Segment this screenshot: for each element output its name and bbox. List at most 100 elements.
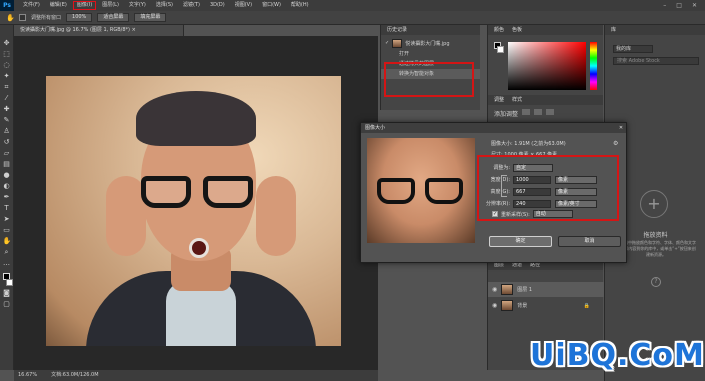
adjust-icons-row: 添加调整: [488, 105, 603, 122]
menu-file[interactable]: 文件(F): [18, 0, 45, 11]
cancel-button[interactable]: 取消: [558, 236, 621, 247]
color-panel: 颜色 色板: [487, 25, 603, 95]
zoom-100-button[interactable]: 100%: [66, 13, 93, 22]
menu-type[interactable]: 文字(Y): [124, 0, 151, 11]
screen-mode-icon[interactable]: ▢: [3, 300, 11, 308]
brightness-icon[interactable]: [522, 109, 531, 115]
panel-background-swatch[interactable]: [497, 46, 504, 53]
zoom-tool-icon[interactable]: ⌕: [3, 248, 11, 256]
add-asset-icon[interactable]: +: [640, 190, 668, 218]
photo-glasses: [141, 176, 261, 210]
snapshot-thumbnail: [392, 38, 403, 48]
preview-lens-left: [377, 178, 415, 204]
photo-left-hand: [106, 176, 146, 256]
dialog-preview[interactable]: [367, 138, 475, 243]
canvas-area[interactable]: [14, 36, 378, 370]
layer-thumbnail: [501, 284, 514, 295]
visibility-eye-icon[interactable]: ◉: [492, 286, 497, 293]
menu-filter[interactable]: 滤镜(T): [178, 0, 205, 11]
status-bar: 16.67% 文档:63.0M/126.0M: [14, 370, 378, 381]
dialog-close-icon[interactable]: ✕: [616, 123, 626, 133]
library-select[interactable]: 我的库: [613, 45, 653, 53]
dialog-title: 图像大小: [365, 125, 386, 131]
menu-layer[interactable]: 图层(L): [97, 0, 124, 11]
menu-window[interactable]: 窗口(W): [257, 0, 286, 11]
gradient-tool-icon[interactable]: ▤: [3, 160, 11, 168]
curves-icon[interactable]: [546, 109, 555, 115]
type-tool-icon[interactable]: T: [3, 204, 11, 212]
layer-row-layer1[interactable]: ◉ 图层 1: [488, 282, 604, 297]
app-logo: Ps: [0, 0, 14, 11]
menu-edit[interactable]: 编辑(E): [45, 0, 72, 11]
menu-view[interactable]: 视图(V): [230, 0, 257, 11]
menu-help[interactable]: 帮助(H): [286, 0, 314, 11]
sample-all-label: 调整所有窗口: [31, 15, 62, 21]
watermark: UiBQ.CoM: [530, 338, 705, 373]
color-picker-field[interactable]: [508, 42, 586, 90]
crop-tool-icon[interactable]: ⌗: [3, 83, 11, 91]
history-tab[interactable]: 历史记录: [381, 25, 480, 35]
tab-adjustments[interactable]: 调整: [494, 97, 504, 103]
preview-lens-right: [425, 178, 463, 204]
sample-all-checkbox[interactable]: [19, 14, 26, 21]
tab-color[interactable]: 颜色: [494, 27, 504, 33]
window-controls: – □ ✕: [663, 2, 705, 9]
ok-button[interactable]: 确定: [489, 236, 552, 247]
layer-name: 图层 1: [517, 287, 533, 293]
hand-tool-icon[interactable]: ✋: [3, 237, 12, 245]
library-search-input[interactable]: 搜索 Adobe Stock: [613, 57, 699, 65]
snapshot-icon: ✓: [385, 40, 390, 46]
tab-libraries[interactable]: 库: [605, 25, 705, 35]
blur-tool-icon[interactable]: ●: [3, 171, 11, 179]
levels-icon[interactable]: [534, 109, 543, 115]
path-select-tool-icon[interactable]: ➤: [3, 215, 11, 223]
magic-wand-tool-icon[interactable]: ✦: [3, 72, 11, 80]
marquee-tool-icon[interactable]: ⬚: [3, 50, 11, 58]
move-tool-icon[interactable]: ✥: [3, 39, 11, 47]
hand-tool-icon[interactable]: ✋: [6, 14, 15, 22]
menu-3d[interactable]: 3D(D): [205, 0, 230, 11]
dialog-settings-icon[interactable]: ⚙: [613, 140, 618, 147]
adjust-subtitle: 添加调整: [494, 111, 519, 118]
history-item-open[interactable]: 打开: [381, 49, 480, 59]
menu-select[interactable]: 选择(S): [151, 0, 178, 11]
help-icon[interactable]: ?: [651, 277, 661, 287]
background-color-swatch[interactable]: [5, 279, 13, 286]
tab-swatches[interactable]: 色板: [512, 27, 522, 33]
visibility-eye-icon[interactable]: ◉: [492, 302, 497, 309]
eyedropper-tool-icon[interactable]: ⁄: [3, 94, 11, 102]
lasso-tool-icon[interactable]: ◌: [3, 61, 11, 69]
stamp-tool-icon[interactable]: ♙: [3, 127, 11, 135]
more-tools-icon[interactable]: …: [3, 259, 11, 267]
tools-panel: ✥ ⬚ ◌ ✦ ⌗ ⁄ ✚ ✎ ♙ ↺ ▱ ▤ ● ◐ ✒ T ➤ ▭ ✋ ⌕ …: [0, 25, 14, 370]
layer-row-background[interactable]: ◉ 背景 🔒: [488, 298, 604, 313]
layer-name: 背景: [517, 303, 528, 309]
brush-tool-icon[interactable]: ✎: [3, 116, 11, 124]
dialog-titlebar: 图像大小 ✕: [361, 123, 626, 133]
dialog-image-size: 图像大小: 1.91M (之前为63.0M): [491, 141, 566, 147]
photo-mouth: [189, 238, 209, 258]
hue-slider[interactable]: [590, 42, 597, 90]
eraser-tool-icon[interactable]: ▱: [3, 149, 11, 157]
shape-tool-icon[interactable]: ▭: [3, 226, 11, 234]
document-tab[interactable]: 悦读攝影大门嘴.jpg @ 16.7% (图层 1, RGB/8*) ×: [14, 25, 184, 36]
status-zoom: 16.67%: [18, 372, 38, 378]
photo-lens-left: [141, 176, 191, 208]
menu-image[interactable]: 图像(I): [72, 0, 97, 11]
quick-mask-icon[interactable]: ◙: [3, 289, 11, 297]
fit-screen-button[interactable]: 适合屏幕: [97, 13, 130, 22]
dodge-tool-icon[interactable]: ◐: [3, 182, 11, 190]
library-empty-desc: 从文档中拖放颜色和字符、字体、颜色和文字资源等内容到你的库中，或单击“+”按钮来…: [616, 240, 696, 257]
maximize-icon[interactable]: □: [676, 2, 682, 9]
minimize-icon[interactable]: –: [663, 2, 666, 9]
healing-tool-icon[interactable]: ✚: [3, 105, 11, 113]
history-brush-tool-icon[interactable]: ↺: [3, 138, 11, 146]
history-snapshot[interactable]: ✓ 悦读攝影大门嘴.jpg: [381, 37, 480, 49]
pen-tool-icon[interactable]: ✒: [3, 193, 11, 201]
fill-screen-button[interactable]: 填充屏幕: [134, 13, 167, 22]
photo-right-hand: [256, 176, 296, 256]
close-icon[interactable]: ✕: [692, 2, 697, 9]
photo-lens-right: [203, 176, 253, 208]
tab-styles[interactable]: 样式: [512, 97, 522, 103]
adjustments-panel: 调整 样式 添加调整: [487, 95, 603, 125]
